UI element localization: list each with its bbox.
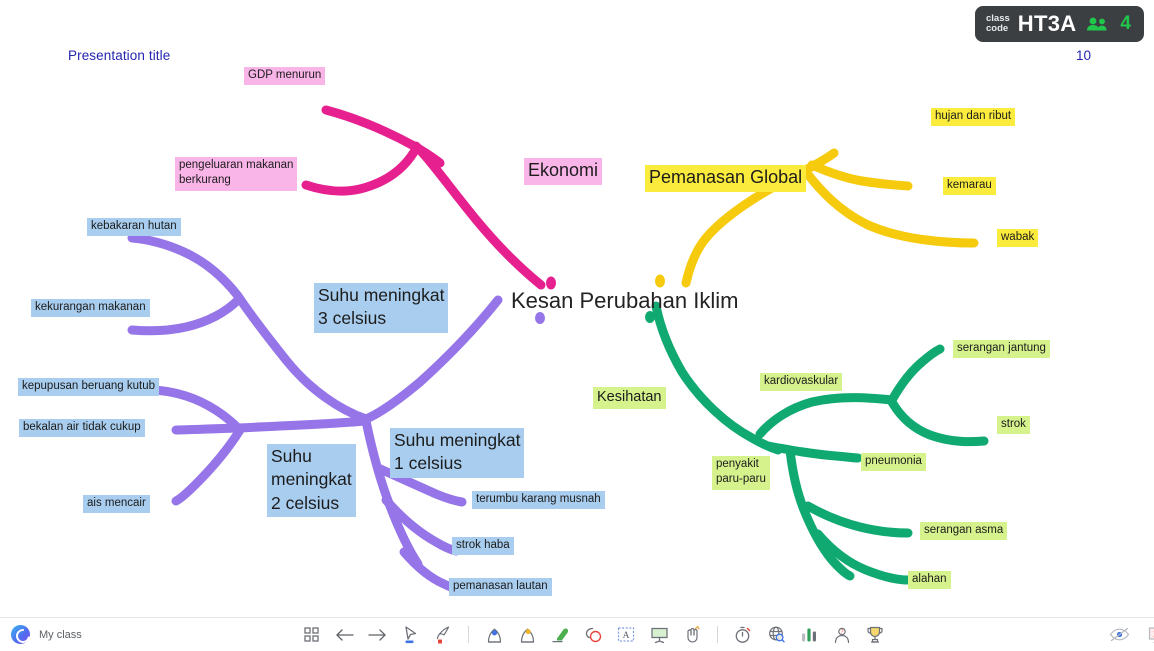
node-gdp-menurun[interactable]: GDP menurun bbox=[244, 67, 326, 86]
node-pemanasan-global[interactable]: Pemanasan Global bbox=[645, 165, 807, 192]
poll-tool-button[interactable] bbox=[798, 624, 820, 646]
node-kebakaran-hutan[interactable]: kebakaran hutan bbox=[87, 218, 181, 237]
classpoint-logo-icon bbox=[11, 625, 30, 644]
eraser-tool-button[interactable] bbox=[549, 624, 571, 646]
eye-slash-icon[interactable] bbox=[1108, 624, 1130, 646]
my-class-label: My class bbox=[39, 628, 82, 641]
slide-overview-button[interactable] bbox=[300, 624, 322, 646]
node-penyakit-paru-paru[interactable]: penyakit paru-paru bbox=[712, 456, 770, 490]
class-code-value: HT3A bbox=[1017, 11, 1077, 36]
drag-tool-button[interactable] bbox=[681, 624, 703, 646]
text-box-tool-button[interactable]: A bbox=[615, 624, 637, 646]
node-kemarau[interactable]: kemarau bbox=[943, 177, 996, 196]
node-pneumonia[interactable]: pneumonia bbox=[861, 453, 926, 472]
slide-canvas[interactable]: Presentation title GDP menurun pengeluar… bbox=[0, 0, 1154, 617]
node-pemanasan-lautan[interactable]: pemanasan lautan bbox=[449, 578, 552, 597]
laser-pointer-button[interactable] bbox=[432, 624, 454, 646]
node-serangan-asma[interactable]: serangan asma bbox=[920, 522, 1008, 541]
toolbar-divider-2 bbox=[717, 626, 718, 643]
toolbar-divider bbox=[468, 626, 469, 643]
class-code-label: class code bbox=[985, 12, 1010, 34]
node-strok[interactable]: strok bbox=[997, 416, 1030, 435]
timer-tool-button[interactable] bbox=[732, 624, 754, 646]
slide-number: 10 bbox=[1075, 48, 1091, 63]
node-wabak[interactable]: wabak bbox=[997, 229, 1039, 248]
node-ekonomi[interactable]: Ekonomi bbox=[524, 158, 603, 185]
quiz-tool-button[interactable]: ? bbox=[831, 624, 853, 646]
pen-tool-button[interactable] bbox=[483, 624, 505, 646]
stroke-ekonomi bbox=[301, 105, 546, 290]
node-hujan-dan-ribut[interactable]: hujan dan ribut bbox=[931, 108, 1016, 127]
node-kekurangan-makanan[interactable]: kekurangan makanan bbox=[31, 299, 150, 318]
toolbar-tools: A ? bbox=[300, 624, 886, 646]
leaderboard-tool-button[interactable] bbox=[864, 624, 886, 646]
embedded-browser-tool-button[interactable] bbox=[765, 624, 787, 646]
people-icon bbox=[1086, 16, 1108, 32]
presentation-title[interactable]: Presentation title bbox=[68, 48, 170, 63]
svg-text:A: A bbox=[623, 631, 630, 641]
presentation-window: Presentation title GDP menurun pengeluar… bbox=[0, 0, 1154, 651]
node-suhu-meningkat-1-celsius[interactable]: Suhu meningkat 1 celsius bbox=[390, 428, 525, 478]
node-strok-haba[interactable]: strok haba bbox=[452, 537, 514, 556]
class-code-badge[interactable]: class code HT3A 4 bbox=[974, 6, 1144, 42]
node-terumbu-karang-musnah[interactable]: terumbu karang musnah bbox=[472, 491, 605, 510]
previous-slide-button[interactable] bbox=[333, 624, 355, 646]
node-bekalan-air-tidak-cukup[interactable]: bekalan air tidak cukup bbox=[19, 419, 145, 438]
shapes-tool-button[interactable] bbox=[582, 624, 604, 646]
participant-count: 4 bbox=[1120, 13, 1131, 34]
node-serangan-jantung[interactable]: serangan jantung bbox=[953, 340, 1050, 359]
whiteboard-tool-button[interactable] bbox=[648, 624, 670, 646]
node-suhu-meningkat-2-celsius[interactable]: Suhu meningkat 2 celsius bbox=[267, 444, 356, 517]
select-tool-button[interactable] bbox=[399, 624, 421, 646]
toolbar-brand[interactable]: My class bbox=[0, 625, 300, 644]
node-kepupusan-beruang-kutub[interactable]: kepupusan beruang kutub bbox=[18, 378, 159, 397]
next-slide-button[interactable] bbox=[366, 624, 388, 646]
toolbar-right-tools bbox=[886, 624, 1154, 646]
node-ais-mencair[interactable]: ais mencair bbox=[83, 495, 150, 514]
node-alahan[interactable]: alahan bbox=[908, 571, 951, 590]
node-suhu-meningkat-3-celsius[interactable]: Suhu meningkat 3 celsius bbox=[314, 283, 449, 333]
bottom-toolbar: My class A ? bbox=[0, 617, 1154, 651]
node-kardiovaskular[interactable]: kardiovaskular bbox=[760, 373, 843, 392]
node-kesihatan[interactable]: Kesihatan bbox=[593, 387, 666, 410]
highlighter-tool-button[interactable] bbox=[516, 624, 538, 646]
svg-text:?: ? bbox=[840, 628, 843, 636]
exit-presentation-icon[interactable] bbox=[1146, 624, 1154, 646]
center-title[interactable]: Kesan Perubahan Iklim bbox=[511, 288, 738, 314]
node-pengeluaran-makanan-berkurang[interactable]: pengeluaran makanan berkurang bbox=[175, 157, 298, 191]
